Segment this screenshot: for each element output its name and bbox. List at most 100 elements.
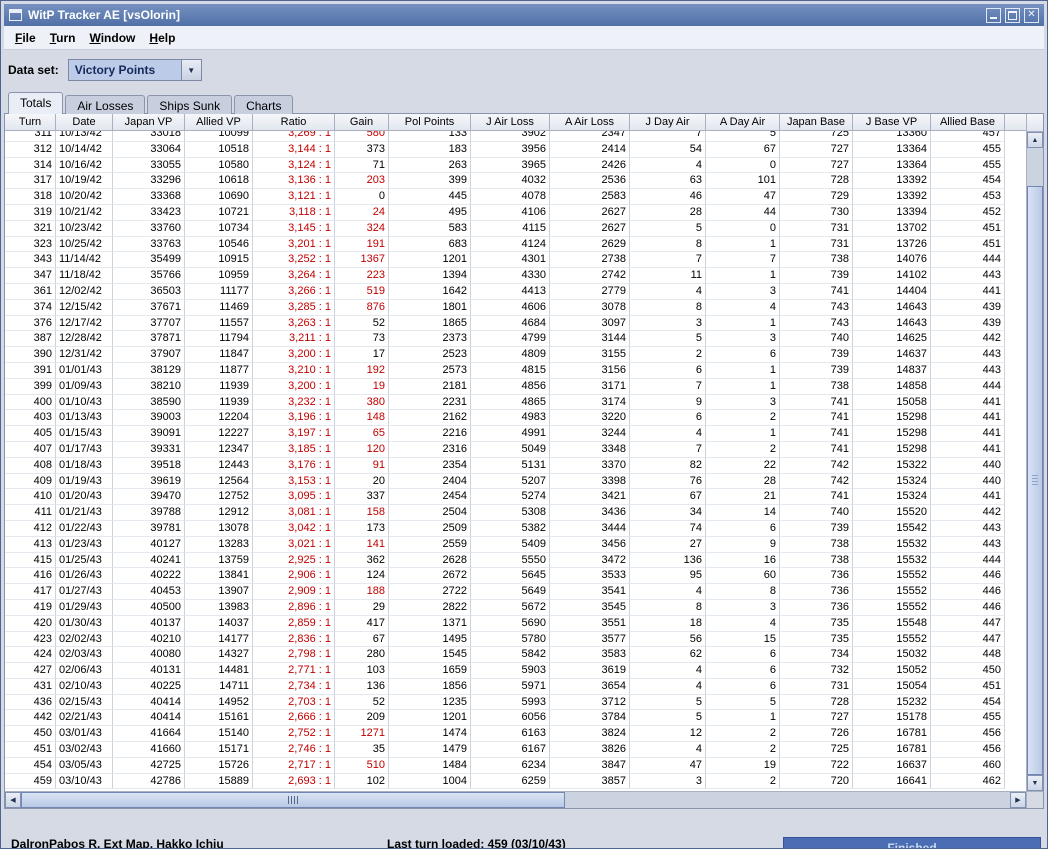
table-cell: 441	[931, 489, 1005, 506]
scroll-down-icon[interactable]: ▼	[1027, 775, 1043, 791]
table-cell: 1235	[389, 694, 471, 711]
scroll-right-icon[interactable]: ▶	[1010, 792, 1026, 808]
table-row[interactable]: 399 01/09/43 38210 11939 3,200 : 1 19 2181 4856…	[5, 378, 1026, 395]
horizontal-scroll-track[interactable]	[21, 792, 1010, 808]
table-row[interactable]: 413 01/23/43 40127 13283 3,021 : 1 141 2559 540…	[5, 536, 1026, 553]
table-row[interactable]: 423 02/02/43 40210 14177 2,836 : 1 67 1495 5780…	[5, 631, 1026, 648]
chevron-down-icon[interactable]: ▼	[180, 60, 201, 80]
app-icon	[9, 9, 22, 21]
table-row[interactable]: 387 12/28/42 37871 11794 3,211 : 1 73 2373 4799…	[5, 331, 1026, 348]
table-cell: 14	[706, 505, 780, 521]
table-row[interactable]: 431 02/10/43 40225 14711 2,734 : 1 136 1856 597…	[5, 678, 1026, 695]
dataset-combobox[interactable]: Victory Points ▼	[67, 59, 202, 81]
table-row[interactable]: 312 10/14/42 33064 10518 3,144 : 1 373 183 3956…	[5, 141, 1026, 158]
table-row[interactable]: 409 01/19/43 39619 12564 3,153 : 1 20 2404 5207…	[5, 473, 1026, 490]
table-row[interactable]: 416 01/26/43 40222 13841 2,906 : 1 124 2672 564…	[5, 568, 1026, 585]
table-cell: 2	[706, 726, 780, 743]
table-row[interactable]: 361 12/02/42 36503 11177 3,266 : 1 519 1642 441…	[5, 283, 1026, 300]
vertical-scroll-track[interactable]	[1027, 148, 1043, 775]
table-cell: 5672	[471, 599, 550, 616]
table-cell: 5	[630, 694, 706, 711]
table-row[interactable]: 427 02/06/43 40131 14481 2,771 : 1 103 1659 590…	[5, 663, 1026, 679]
table-row[interactable]: 318 10/20/42 33368 10690 3,121 : 1 0 445 4078 25…	[5, 189, 1026, 205]
table-cell: 1856	[389, 678, 471, 695]
column-header-allied-base[interactable]: Allied Base	[931, 114, 1005, 131]
column-header-japan-vp[interactable]: Japan VP	[113, 114, 185, 131]
horizontal-scroll-thumb[interactable]	[21, 792, 565, 808]
table-row[interactable]: 442 02/21/43 40414 15161 2,666 : 1 209 1201 605…	[5, 710, 1026, 727]
table-row[interactable]: 459 03/10/43 42786 15889 2,693 : 1 102 1004 625…	[5, 773, 1026, 790]
maximize-icon[interactable]	[1005, 7, 1020, 23]
menu-file[interactable]: File	[8, 28, 43, 48]
column-header-j-air-loss[interactable]: J Air Loss	[471, 114, 550, 131]
table-cell: 380	[335, 394, 389, 411]
table-row[interactable]: 451 03/02/43 41660 15171 2,746 : 1 35 1479 6167…	[5, 742, 1026, 758]
table-row[interactable]: 405 01/15/43 39091 12227 3,197 : 1 65 2216 4991…	[5, 426, 1026, 442]
column-header-a-day-air[interactable]: A Day Air	[706, 114, 780, 131]
table-row[interactable]: 410 01/20/43 39470 12752 3,095 : 1 337 2454 527…	[5, 489, 1026, 506]
menu-help[interactable]: Help	[142, 28, 182, 48]
table-row[interactable]: 450 03/01/43 41664 15140 2,752 : 1 1271 1474 61…	[5, 726, 1026, 743]
table-row[interactable]: 343 11/14/42 35499 10915 3,252 : 1 1367 1201 43…	[5, 252, 1026, 269]
title-bar[interactable]: WitP Tracker AE [vsOlorin] ✕	[4, 4, 1044, 26]
table-row[interactable]: 314 10/16/42 33055 10580 3,124 : 1 71 263 3965 2…	[5, 157, 1026, 174]
table-row[interactable]: 454 03/05/43 42725 15726 2,717 : 1 510 1484 623…	[5, 757, 1026, 774]
table-row[interactable]: 411 01/21/43 39788 12912 3,081 : 1 158 2504 530…	[5, 505, 1026, 521]
table-cell: 445	[389, 189, 471, 205]
table-row[interactable]: 391 01/01/43 38129 11877 3,210 : 1 192 2573 481…	[5, 362, 1026, 379]
vertical-scroll-thumb[interactable]	[1027, 185, 1043, 775]
table-row[interactable]: 436 02/15/43 40414 14952 2,703 : 1 52 1235 5993…	[5, 694, 1026, 711]
tab-totals[interactable]: Totals	[8, 92, 64, 114]
table-row[interactable]: 419 01/29/43 40500 13983 2,896 : 1 29 2822 5672…	[5, 599, 1026, 616]
table-cell: 725	[780, 742, 853, 758]
table-row[interactable]: 400 01/10/43 38590 11939 3,232 : 1 380 2231 486…	[5, 394, 1026, 411]
table-row[interactable]: 420 01/30/43 40137 14037 2,859 : 1 417 1371 569…	[5, 615, 1026, 632]
horizontal-scrollbar[interactable]: ◀ ▶	[5, 792, 1026, 808]
table-cell: 736	[780, 599, 853, 616]
table-row[interactable]: 321 10/23/42 33760 10734 3,145 : 1 324 583 4115…	[5, 220, 1026, 237]
table-row[interactable]: 417 01/27/43 40453 13907 2,909 : 1 188 2722 564…	[5, 584, 1026, 600]
column-header-gain[interactable]: Gain	[335, 114, 389, 131]
minimize-icon[interactable]	[986, 7, 1001, 23]
table-row[interactable]: 415 01/25/43 40241 13759 2,925 : 1 362 2628 555…	[5, 552, 1026, 569]
table-row[interactable]: 408 01/18/43 39518 12443 3,176 : 1 91 2354 5131…	[5, 457, 1026, 474]
table-row[interactable]: 323 10/25/42 33763 10546 3,201 : 1 191 683 4124…	[5, 236, 1026, 253]
table-row[interactable]: 311 10/13/42 33018 10099 3,269 : 1 580 133 3902…	[5, 131, 1026, 142]
tab-charts[interactable]: Charts	[234, 95, 294, 114]
column-header-japan-base[interactable]: Japan Base	[780, 114, 853, 131]
column-header-date[interactable]: Date	[56, 114, 113, 131]
column-header-j-day-air[interactable]: J Day Air	[630, 114, 706, 131]
table-cell: 3174	[550, 394, 630, 411]
tab-air-losses[interactable]: Air Losses	[65, 95, 146, 114]
table-row[interactable]: 347 11/18/42 35766 10959 3,264 : 1 223 1394 433…	[5, 268, 1026, 284]
column-header-pol-points[interactable]: Pol Points	[389, 114, 471, 131]
column-header-allied-vp[interactable]: Allied VP	[185, 114, 253, 131]
close-icon[interactable]: ✕	[1024, 7, 1039, 23]
table-cell: 3,196 : 1	[253, 410, 335, 427]
table-row[interactable]: 412 01/22/43 39781 13078 3,042 : 1 173 2509 538…	[5, 520, 1026, 537]
column-header-j-base-vp[interactable]: J Base VP	[853, 114, 931, 131]
column-header-ratio[interactable]: Ratio	[253, 114, 335, 131]
scroll-up-icon[interactable]: ▲	[1027, 132, 1043, 148]
table-cell: 1642	[389, 283, 471, 300]
table-row[interactable]: 317 10/19/42 33296 10618 3,136 : 1 203 399 4032…	[5, 173, 1026, 190]
menu-window[interactable]: Window	[82, 28, 142, 48]
menu-turn[interactable]: Turn	[43, 28, 83, 48]
column-header-turn[interactable]: Turn	[5, 114, 56, 131]
vertical-scrollbar[interactable]: ▲ ▼	[1026, 114, 1043, 791]
table-row[interactable]: 403 01/13/43 39003 12204 3,196 : 1 148 2162 498…	[5, 410, 1026, 427]
tab-ships-sunk[interactable]: Ships Sunk	[147, 95, 233, 114]
table-cell: 321	[5, 220, 56, 237]
table-cell: 19	[335, 378, 389, 395]
column-header-a-air-loss[interactable]: A Air Loss	[550, 114, 630, 131]
table-cell: 3	[706, 394, 780, 411]
table-cell: 15889	[185, 773, 253, 790]
table-row[interactable]: 374 12/15/42 37671 11469 3,285 : 1 876 1801 460…	[5, 299, 1026, 316]
table-row[interactable]: 390 12/31/42 37907 11847 3,200 : 1 17 2523 4809…	[5, 347, 1026, 363]
table-row[interactable]: 376 12/17/42 37707 11557 3,263 : 1 52 1865 4684…	[5, 315, 1026, 332]
table-row[interactable]: 407 01/17/43 39331 12347 3,185 : 1 120 2316 504…	[5, 441, 1026, 458]
table-cell: 317	[5, 173, 56, 190]
table-row[interactable]: 319 10/21/42 33423 10721 3,118 : 1 24 495 4106 2…	[5, 204, 1026, 221]
table-row[interactable]: 424 02/03/43 40080 14327 2,798 : 1 280 1545 584…	[5, 647, 1026, 664]
scroll-left-icon[interactable]: ◀	[5, 792, 21, 808]
